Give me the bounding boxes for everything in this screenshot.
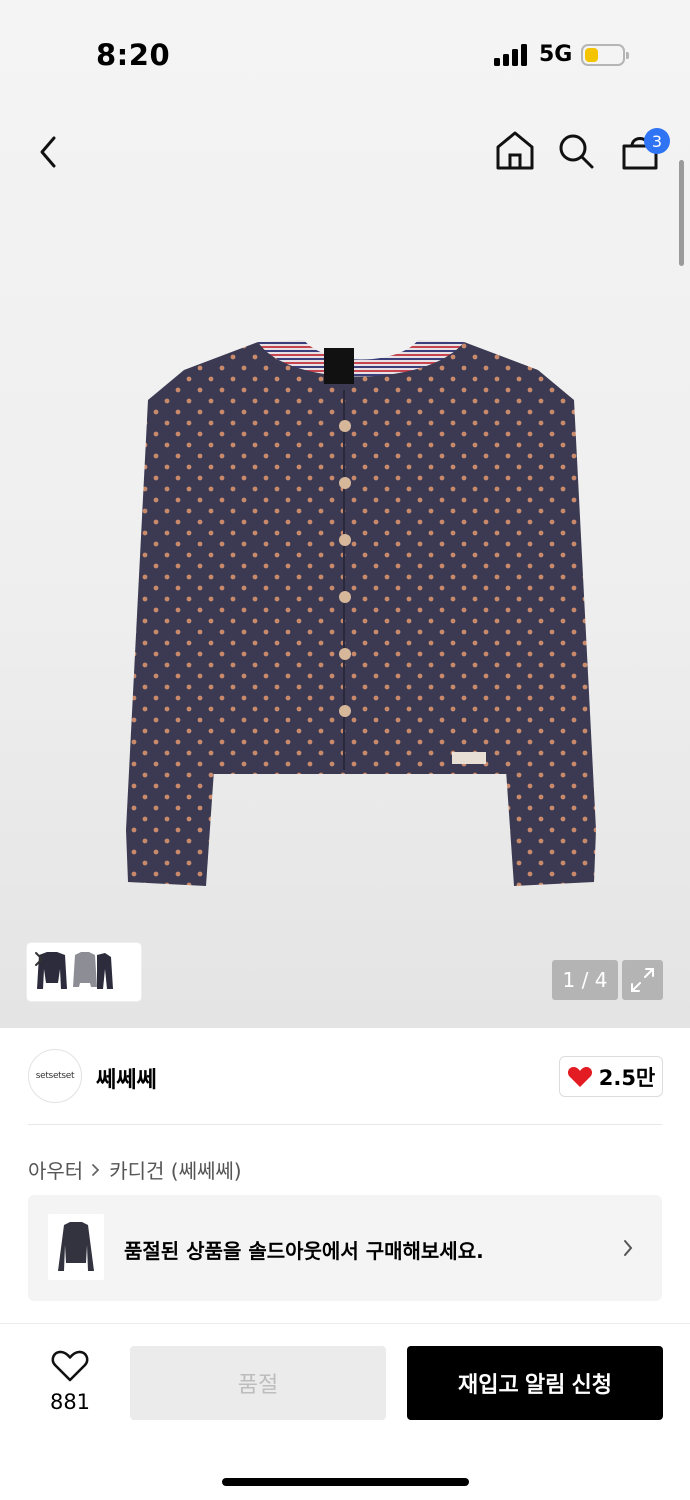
wishlist-count: 881 <box>49 1390 91 1414</box>
battery-icon <box>581 44 629 66</box>
home-button[interactable] <box>494 128 536 174</box>
scrollbar[interactable] <box>679 160 684 266</box>
banner-text: 품절된 상품을 솔드아웃에서 구매해보세요. <box>124 1239 484 1263</box>
breadcrumb-category[interactable]: 아우터 <box>28 1155 83 1184</box>
soldout-button: 품절 <box>130 1346 386 1420</box>
wishlist-button[interactable]: 881 <box>40 1346 100 1416</box>
brand-like-count: 2.5만 <box>598 1065 656 1090</box>
brand-like-button[interactable]: 2.5만 <box>559 1056 663 1097</box>
heart-outline-icon <box>51 1350 89 1382</box>
chevron-right-icon <box>35 952 44 966</box>
home-indicator <box>222 1478 469 1486</box>
product-gallery[interactable]: 8:20 5G 3 1 / 4 <box>0 0 690 1028</box>
product-image <box>126 340 596 886</box>
expand-button[interactable] <box>622 960 663 1000</box>
restock-alert-button[interactable]: 재입고 알림 신청 <box>407 1346 663 1420</box>
network-label: 5G <box>539 42 573 67</box>
cardigan-thumbnail-image <box>58 1222 94 1271</box>
chevron-right-icon <box>624 1240 633 1256</box>
cart-count-badge: 3 <box>644 128 670 154</box>
banner-thumbnail <box>48 1214 104 1280</box>
image-counter: 1 / 4 <box>552 960 618 1000</box>
soldout-banner[interactable]: 품절된 상품을 솔드아웃에서 구매해보세요. <box>28 1195 662 1301</box>
back-button[interactable] <box>28 128 68 176</box>
brand-logo[interactable]: setsetset <box>28 1049 82 1103</box>
thumbnail-strip[interactable] <box>27 943 141 1001</box>
brand-name[interactable]: 쎄쎄쎄 <box>96 1062 157 1094</box>
signal-icon <box>494 44 530 66</box>
heart-filled-icon <box>567 1066 592 1087</box>
home-icon <box>496 131 534 170</box>
search-button[interactable] <box>556 130 596 172</box>
chevron-right-icon <box>92 1163 100 1176</box>
status-time: 8:20 <box>96 38 171 72</box>
breadcrumb: 아우터 카디건 (쎄쎄쎄) <box>28 1155 242 1184</box>
search-icon <box>559 134 594 169</box>
brand-logo-text: setsetset <box>35 1071 75 1081</box>
divider <box>28 1124 662 1125</box>
breadcrumb-subcategory[interactable]: 카디건 (쎄쎄쎄) <box>109 1155 241 1184</box>
cart-button[interactable]: 3 <box>618 128 670 176</box>
back-icon <box>40 136 56 168</box>
expand-icon <box>631 968 654 992</box>
thumbnail-image <box>37 952 113 989</box>
bottom-bar-divider <box>0 1323 690 1324</box>
